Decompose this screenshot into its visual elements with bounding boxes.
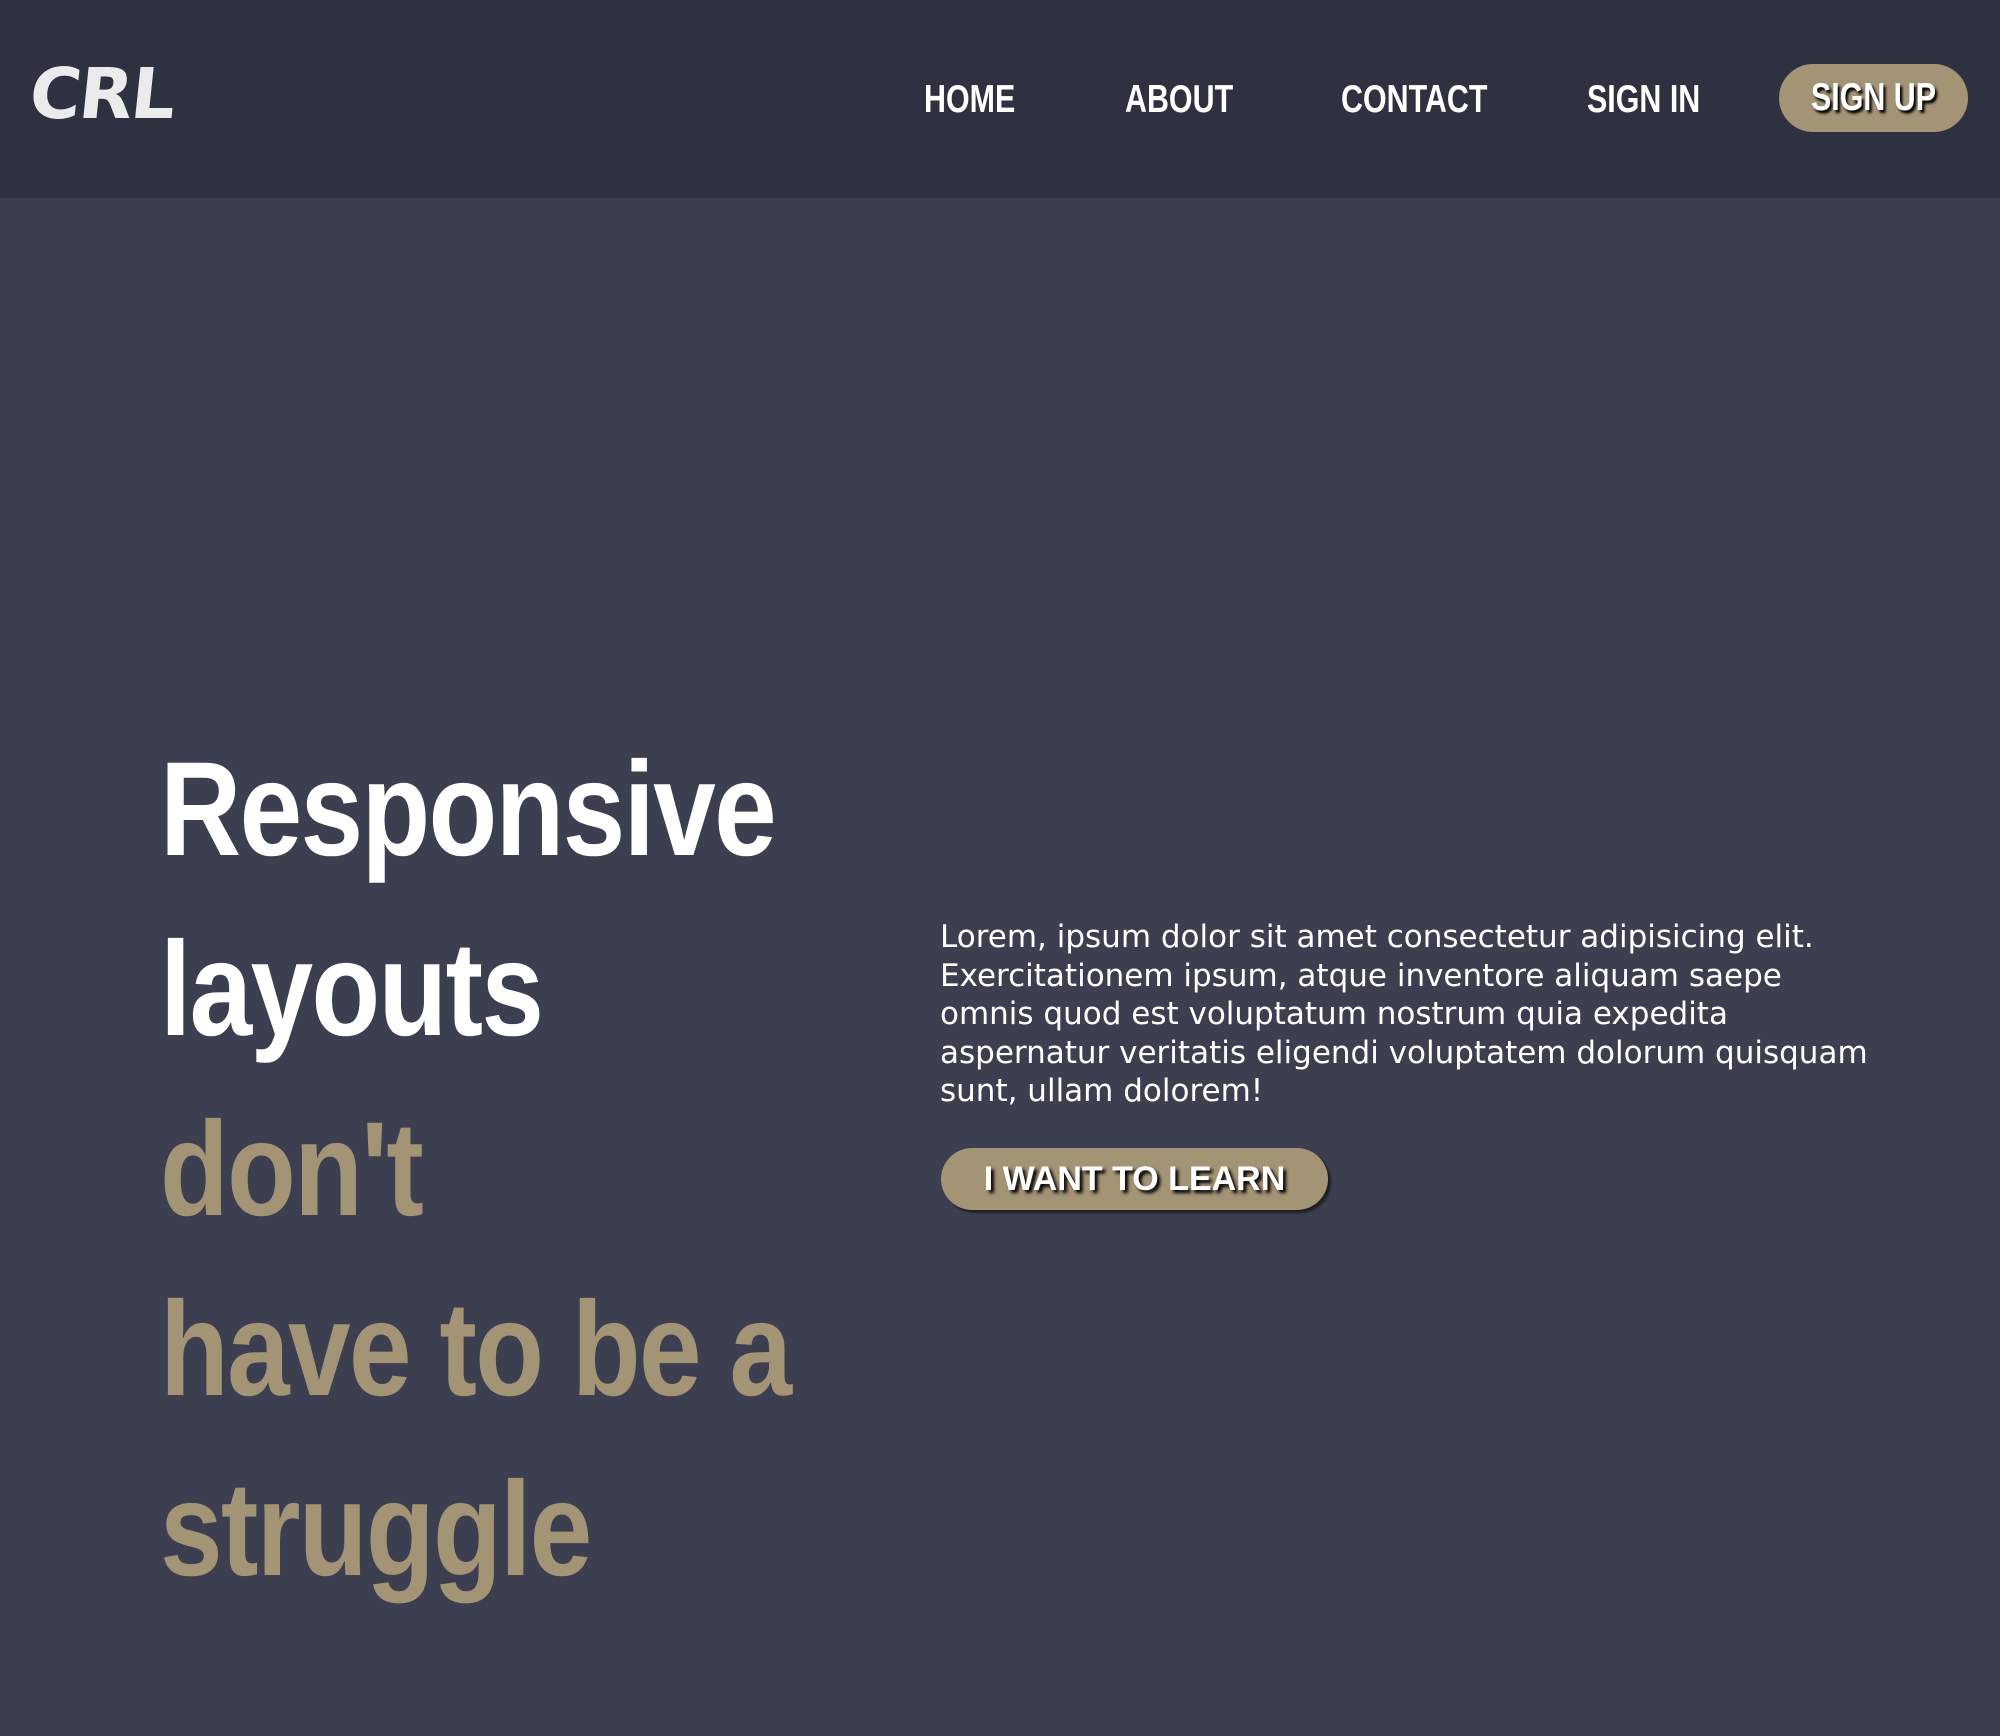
- nav-link-about[interactable]: ABOUT: [1125, 60, 1233, 140]
- headline-gold-1: don't: [160, 1095, 424, 1244]
- sign-up-label: SIGN UP: [1810, 76, 1937, 119]
- headline-white-2: layouts: [160, 915, 544, 1064]
- nav-link-home[interactable]: HOME: [924, 60, 1015, 140]
- learn-button[interactable]: I WANT TO LEARN: [941, 1148, 1328, 1210]
- hero-headline: Responsive layouts don't have to be a st…: [160, 720, 798, 1620]
- navbar: CRL HOME ABOUT CONTACT SIGN IN SIGN UP: [0, 0, 2000, 198]
- headline-white-1: Responsive: [160, 735, 777, 884]
- logo[interactable]: CRL: [26, 53, 179, 135]
- hero-description: Lorem, ipsum dolor sit amet consectetur …: [940, 919, 1868, 1109]
- nav-link-sign-in[interactable]: SIGN IN: [1587, 60, 1700, 140]
- sign-up-button[interactable]: SIGN UP: [1779, 64, 1968, 132]
- nav-link-contact[interactable]: CONTACT: [1341, 60, 1487, 140]
- headline-gold-3: struggle: [160, 1455, 592, 1604]
- learn-button-label: I WANT TO LEARN: [983, 1160, 1286, 1198]
- headline-gold-2: have to be a: [160, 1275, 792, 1424]
